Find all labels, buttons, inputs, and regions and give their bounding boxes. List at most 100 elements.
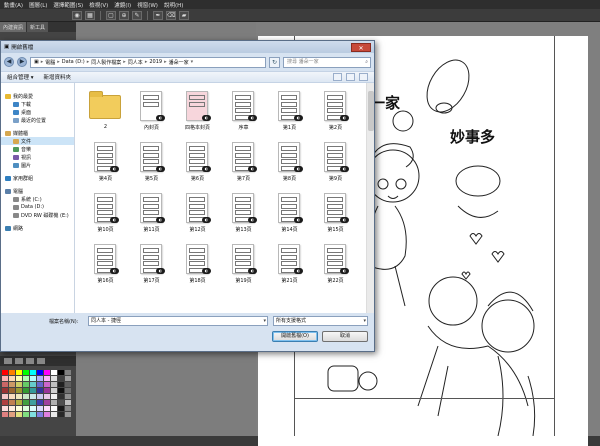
chevron-down-icon[interactable]: ▾ [263, 317, 266, 325]
color-swatch[interactable] [37, 376, 43, 381]
close-button[interactable]: ✕ [351, 42, 371, 52]
breadcrumb-item[interactable]: 2019 [149, 59, 162, 65]
color-swatch[interactable] [37, 412, 43, 417]
color-swatch[interactable] [30, 412, 36, 417]
color-swatch[interactable] [9, 370, 15, 375]
color-swatch[interactable] [58, 394, 64, 399]
color-swatch[interactable] [44, 370, 50, 375]
color-swatch[interactable] [65, 382, 71, 387]
file-item[interactable]: ◐ 四格本封頁 [175, 89, 220, 134]
fit-icon[interactable]: ▢ [106, 10, 116, 20]
panel-tab[interactable]: 內建資訊 [0, 22, 27, 32]
color-swatch[interactable] [30, 388, 36, 393]
color-swatch[interactable] [23, 382, 29, 387]
color-swatch[interactable] [58, 412, 64, 417]
file-item[interactable]: ◐ 第13頁 [221, 191, 266, 236]
file-item[interactable]: ◐ 第12頁 [175, 191, 220, 236]
color-swatch[interactable] [16, 412, 22, 417]
vertical-scrollbar[interactable] [366, 83, 374, 313]
color-swatch[interactable] [65, 400, 71, 405]
color-swatch[interactable] [30, 394, 36, 399]
file-item[interactable]: ◐ 第17頁 [129, 242, 174, 287]
color-swatch[interactable] [58, 382, 64, 387]
back-arrow-icon[interactable]: ◀ [4, 57, 14, 67]
color-swatch[interactable] [65, 376, 71, 381]
help-icon[interactable] [359, 73, 368, 81]
color-swatch[interactable] [58, 376, 64, 381]
file-type-select[interactable]: 所有支援格式 ▾ [273, 316, 368, 326]
color-swatch[interactable] [16, 400, 22, 405]
file-item[interactable]: ◐ 內封頁 [129, 89, 174, 134]
color-swatches[interactable] [2, 370, 71, 428]
nav-item[interactable]: 圖片 [1, 161, 74, 169]
color-swatch[interactable] [51, 382, 57, 387]
color-swatch[interactable] [30, 406, 36, 411]
color-swatch[interactable] [9, 394, 15, 399]
breadcrumb-item[interactable]: 同人製作檔案 [91, 59, 121, 66]
forward-arrow-icon[interactable]: ▶ [17, 57, 27, 67]
color-swatch[interactable] [65, 406, 71, 411]
color-swatch[interactable] [37, 388, 43, 393]
file-item[interactable]: 2 [83, 89, 128, 134]
menu-item[interactable]: 說明(H) [164, 1, 183, 9]
nav-item[interactable]: 我的最愛 [1, 92, 74, 100]
file-item[interactable]: ◐ 第11頁 [129, 191, 174, 236]
nav-item[interactable]: 桌面 [1, 108, 74, 116]
nav-item[interactable]: 網路 [1, 224, 74, 232]
breadcrumb-separator[interactable]: ▸ [87, 59, 90, 65]
file-item[interactable]: ◐ 第4頁 [83, 140, 128, 185]
color-swatch[interactable] [30, 400, 36, 405]
file-item[interactable]: ◐ 第19頁 [221, 242, 266, 287]
color-swatch[interactable] [37, 370, 43, 375]
breadcrumb-item[interactable]: 潘朵一家 [169, 59, 189, 66]
nav-item[interactable]: 電腦 [1, 187, 74, 195]
color-swatch[interactable] [30, 370, 36, 375]
color-swatch[interactable] [30, 376, 36, 381]
file-item[interactable]: ◐ 第18頁 [175, 242, 220, 287]
color-swatch[interactable] [44, 406, 50, 411]
chevron-down-icon[interactable]: ▾ [191, 59, 194, 65]
menu-item[interactable]: 圖層(L) [29, 1, 47, 9]
file-item[interactable]: ◐ 第16頁 [83, 242, 128, 287]
color-swatch[interactable] [16, 406, 22, 411]
search-input[interactable]: 搜尋 潘朵一家 ⌕ [283, 56, 371, 68]
filename-input[interactable]: 同人本 - 捷徑 ▾ [88, 316, 268, 326]
menu-item[interactable]: 視窗(W) [137, 1, 158, 9]
organize-menu[interactable]: 組合管理 ▾ [7, 73, 34, 81]
color-swatch[interactable] [51, 400, 57, 405]
breadcrumb-item[interactable]: 同人本 [128, 59, 143, 66]
preview-pane-icon[interactable] [346, 73, 355, 81]
new-folder-button[interactable]: 新增資料夾 [44, 73, 72, 81]
breadcrumb-separator[interactable]: ▸ [164, 59, 167, 65]
color-swatch[interactable] [9, 400, 15, 405]
file-item[interactable]: ◐ 第5頁 [129, 140, 174, 185]
brush-icon[interactable]: ✎ [132, 10, 142, 20]
color-swatch[interactable] [16, 370, 22, 375]
color-swatch[interactable] [16, 382, 22, 387]
color-swatch[interactable] [44, 376, 50, 381]
color-swatch[interactable] [2, 406, 8, 411]
menu-item[interactable]: 選擇範圍(S) [53, 1, 83, 9]
scroll-thumb[interactable] [368, 91, 374, 131]
eraser-icon[interactable]: ⌫ [166, 10, 176, 20]
color-swatch[interactable] [37, 382, 43, 387]
color-swatch[interactable] [65, 412, 71, 417]
view-options-icon[interactable] [333, 73, 342, 81]
color-swatch[interactable] [37, 400, 43, 405]
nav-item[interactable]: 系統 (C:) [1, 195, 74, 203]
color-swatch[interactable] [51, 394, 57, 399]
file-item[interactable]: ◐ 第14頁 [267, 191, 312, 236]
file-item[interactable]: ◐ 第7頁 [221, 140, 266, 185]
file-item[interactable]: ◐ 第1頁 [267, 89, 312, 134]
nav-item[interactable]: 文件 [1, 137, 74, 145]
address-bar[interactable]: ▣ ▸ 電腦 ▸ Data (D:) ▸ 同人製作檔案 ▸ 同人本 ▸ 2019 ▸ 潘朵一家 ▾ [30, 56, 266, 68]
color-swatch[interactable] [58, 400, 64, 405]
color-swatch[interactable] [23, 412, 29, 417]
nav-item[interactable]: 家用群組 [1, 174, 74, 182]
color-swatch[interactable] [9, 376, 15, 381]
breadcrumb-separator[interactable]: ▸ [123, 59, 126, 65]
color-swatch[interactable] [65, 388, 71, 393]
color-swatch[interactable] [23, 394, 29, 399]
nav-item[interactable]: 音樂 [1, 145, 74, 153]
menu-item[interactable]: 動畫(A) [4, 1, 23, 9]
